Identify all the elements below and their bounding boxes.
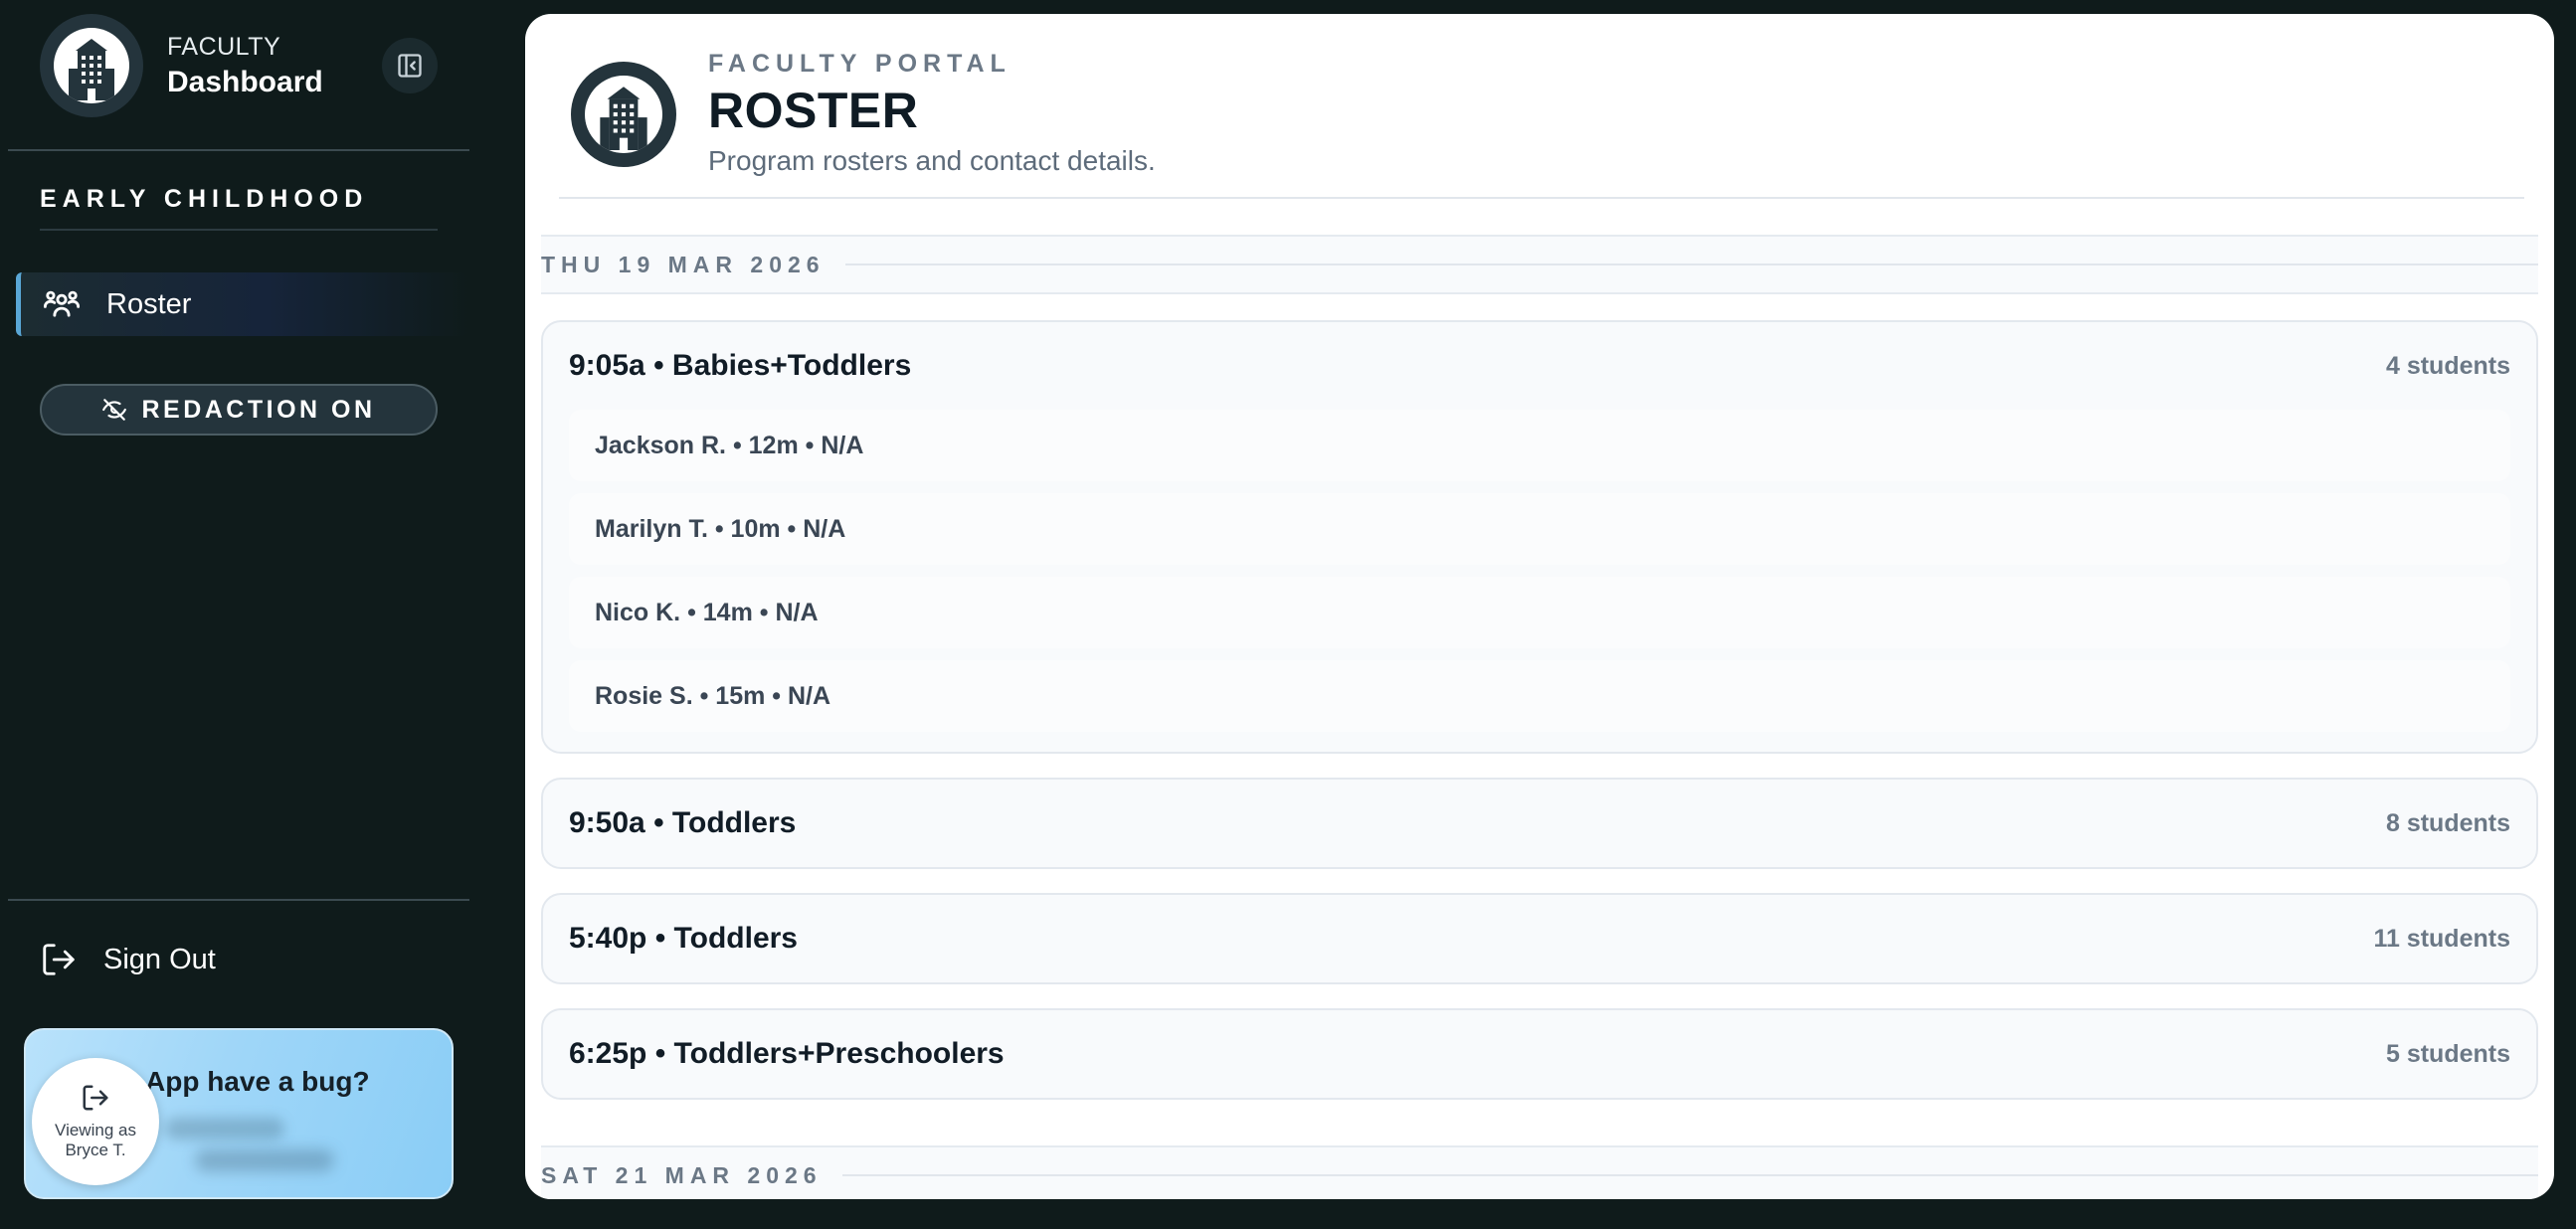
- date-header: THU 19 MAR 2026: [541, 235, 2538, 294]
- session-card[interactable]: 6:25p • Toddlers+Preschoolers 5 students: [541, 1008, 2538, 1100]
- session-card[interactable]: 5:40p • Toddlers 11 students: [541, 893, 2538, 984]
- brand-title: Dashboard: [167, 65, 323, 98]
- header-divider: [559, 197, 2524, 199]
- student-row[interactable]: Rosie S. • 15m • N/A: [569, 660, 2510, 732]
- student-row[interactable]: Marilyn T. • 10m • N/A: [569, 493, 2510, 565]
- sign-out-button[interactable]: Sign Out: [40, 941, 216, 978]
- section-underline: [40, 229, 438, 231]
- bug-card-title: App have a bug?: [145, 1066, 370, 1097]
- session-header[interactable]: 9:05a • Babies+Toddlers 4 students: [543, 322, 2536, 410]
- sidebar-brand[interactable]: FACULTY Dashboard: [40, 14, 323, 117]
- building-logo-icon: [40, 14, 143, 117]
- app-window: FACULTY Dashboard EARLY CHILDHOOD Roster…: [0, 0, 2576, 1229]
- viewing-as-user: Bryce T.: [65, 1141, 126, 1159]
- student-row[interactable]: Jackson R. • 12m • N/A: [569, 410, 2510, 481]
- student-row[interactable]: Nico K. • 14m • N/A: [569, 577, 2510, 648]
- session-title: 6:25p • Toddlers+Preschoolers: [569, 1037, 1005, 1070]
- session-card[interactable]: 9:50a • Toddlers 8 students: [541, 778, 2538, 869]
- session-header[interactable]: 5:40p • Toddlers 11 students: [543, 895, 2536, 982]
- date-header: SAT 21 MAR 2026: [541, 1145, 2538, 1199]
- sidebar-collapse-icon: [398, 54, 422, 78]
- logout-icon: [43, 944, 75, 975]
- session-student-count: 8 students: [2385, 808, 2510, 837]
- viewing-as-label: Viewing as: [55, 1121, 136, 1140]
- sidebar-divider: [8, 149, 469, 151]
- sign-out-label: Sign Out: [103, 943, 216, 975]
- brand-eyebrow: FACULTY: [167, 32, 281, 61]
- session-title: 9:05a • Babies+Toddlers: [569, 349, 912, 382]
- sidebar-divider: [8, 899, 469, 901]
- users-icon: [43, 290, 81, 317]
- main-panel: FACULTY PORTAL ROSTER Program rosters an…: [525, 14, 2554, 1199]
- session-header[interactable]: 6:25p • Toddlers+Preschoolers 5 students: [543, 1010, 2536, 1098]
- session-student-count: 5 students: [2385, 1039, 2510, 1068]
- session-header[interactable]: 9:50a • Toddlers 8 students: [543, 780, 2536, 867]
- eye-off-icon: [102, 399, 127, 421]
- session-title: 9:50a • Toddlers: [569, 806, 797, 839]
- session-student-count: 4 students: [2385, 351, 2510, 380]
- session-title: 5:40p • Toddlers: [569, 922, 798, 955]
- sidebar: FACULTY Dashboard EARLY CHILDHOOD Roster…: [0, 0, 487, 1229]
- page-subtitle: Program rosters and contact details.: [708, 145, 1156, 176]
- page-eyebrow: FACULTY PORTAL: [708, 50, 1012, 78]
- building-logo-icon: [571, 62, 676, 167]
- session-card-expanded[interactable]: 9:05a • Babies+Toddlers 4 students Jacks…: [541, 320, 2538, 754]
- redaction-toggle-button[interactable]: REDACTION ON: [40, 384, 438, 436]
- blurred-text: [165, 1118, 284, 1140]
- sidebar-section-label: EARLY CHILDHOOD: [40, 185, 369, 213]
- date-label: THU 19 MAR 2026: [541, 251, 826, 277]
- viewing-as-badge[interactable]: Viewing as Bryce T.: [32, 1058, 159, 1185]
- page-title: ROSTER: [708, 83, 919, 138]
- sidebar-item-label: Roster: [106, 287, 192, 320]
- session-student-count: 11 students: [2373, 924, 2510, 953]
- date-label: SAT 21 MAR 2026: [541, 1161, 823, 1188]
- blurred-text: [195, 1149, 334, 1171]
- redaction-label: REDACTION ON: [141, 395, 376, 424]
- exit-icon: [83, 1085, 108, 1111]
- collapse-sidebar-button[interactable]: [382, 38, 438, 93]
- sidebar-item-roster[interactable]: Roster: [16, 272, 467, 336]
